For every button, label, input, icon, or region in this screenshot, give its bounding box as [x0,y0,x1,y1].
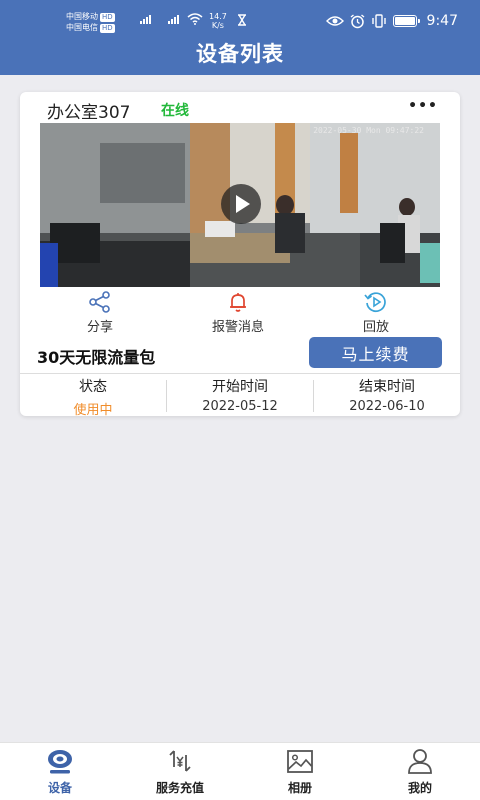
more-options-button[interactable]: ••• [408,98,438,114]
device-name: 办公室307 [47,103,131,123]
app-header: 中国移动 HD 中国电信 HD 14.7 K/s 9:47 设备列表 [0,0,480,75]
end-time-column: 结束时间 2022-06-10 [314,374,460,417]
alarm-icon [350,13,364,28]
playback-button[interactable]: 回放 [326,290,426,335]
column-header: 开始时间 [212,379,268,395]
play-icon [236,195,250,213]
tab-profile[interactable]: 我的 [365,743,475,800]
plan-status-value: 使用中 [73,403,113,418]
camera-icon [48,750,72,774]
album-icon [287,750,313,773]
net-speed-unit: K/s [211,21,224,30]
device-actions: 分享 报警消息 回放 [20,290,460,335]
playback-label: 回放 [362,320,389,335]
device-status: 在线 [161,103,189,119]
status-bar: 中国移动 HD 中国电信 HD 14.7 K/s 9:47 [0,0,480,40]
tab-album[interactable]: 相册 [245,743,355,800]
net-speed: 14.7 K/s [209,12,227,30]
tab-label: 我的 [407,781,432,795]
share-button[interactable]: 分享 [50,290,150,335]
eye-icon [325,16,344,26]
playback-icon [364,292,386,312]
share-label: 分享 [86,320,113,335]
net-speed-value: 14.7 [209,12,227,21]
signal-icon [140,14,151,24]
hd-badge: HD [100,24,115,33]
page-title: 设备列表 [196,42,284,66]
column-header: 结束时间 [359,379,415,395]
tab-label: 相册 [287,781,312,795]
bell-icon [230,293,246,312]
alarm-messages-button[interactable]: 报警消息 [188,290,288,335]
tab-label: 服务充值 [155,781,204,795]
alarm-messages-label: 报警消息 [211,320,264,335]
video-timestamp: 2022-05-30 Mon 09:47:22 [313,126,424,135]
tab-devices[interactable]: 设备 [5,743,115,800]
wifi-icon [187,13,203,25]
recharge-icon [169,750,191,772]
device-card[interactable]: 办公室307 在线 ••• 2022-05-30 Mon 09:47:22 分享… [20,92,460,418]
signal-icon [168,14,179,24]
hourglass-icon [238,14,246,26]
carrier-2: 中国电信 [66,23,98,32]
bottom-tab-bar: 设备 服务充值 相册 我的 [0,742,480,800]
clock: 9:47 [426,13,458,29]
end-date-value: 2022-06-10 [349,399,425,414]
renew-button[interactable]: 马上续费 [309,337,442,368]
vibrate-icon [371,14,386,28]
play-button[interactable] [221,184,261,224]
plan-status-column: 状态 使用中 [20,374,166,418]
camera-preview[interactable]: 2022-05-30 Mon 09:47:22 [40,123,440,287]
plan-details: 状态 使用中 开始时间 2022-05-12 结束时间 2022-06-10 [20,373,460,418]
battery-icon [392,15,420,27]
share-icon [89,291,110,313]
carrier-info: 中国移动 HD 中国电信 HD [66,11,115,33]
start-date-value: 2022-05-12 [202,399,278,414]
start-time-column: 开始时间 2022-05-12 [167,374,313,417]
plan-name: 30天无限流量包 [37,348,156,367]
tab-recharge[interactable]: 服务充值 [125,743,235,800]
carrier-1: 中国移动 [66,12,98,21]
column-header: 状态 [79,379,107,395]
tab-label: 设备 [47,781,72,795]
hd-badge: HD [100,13,115,22]
profile-icon [408,749,432,774]
